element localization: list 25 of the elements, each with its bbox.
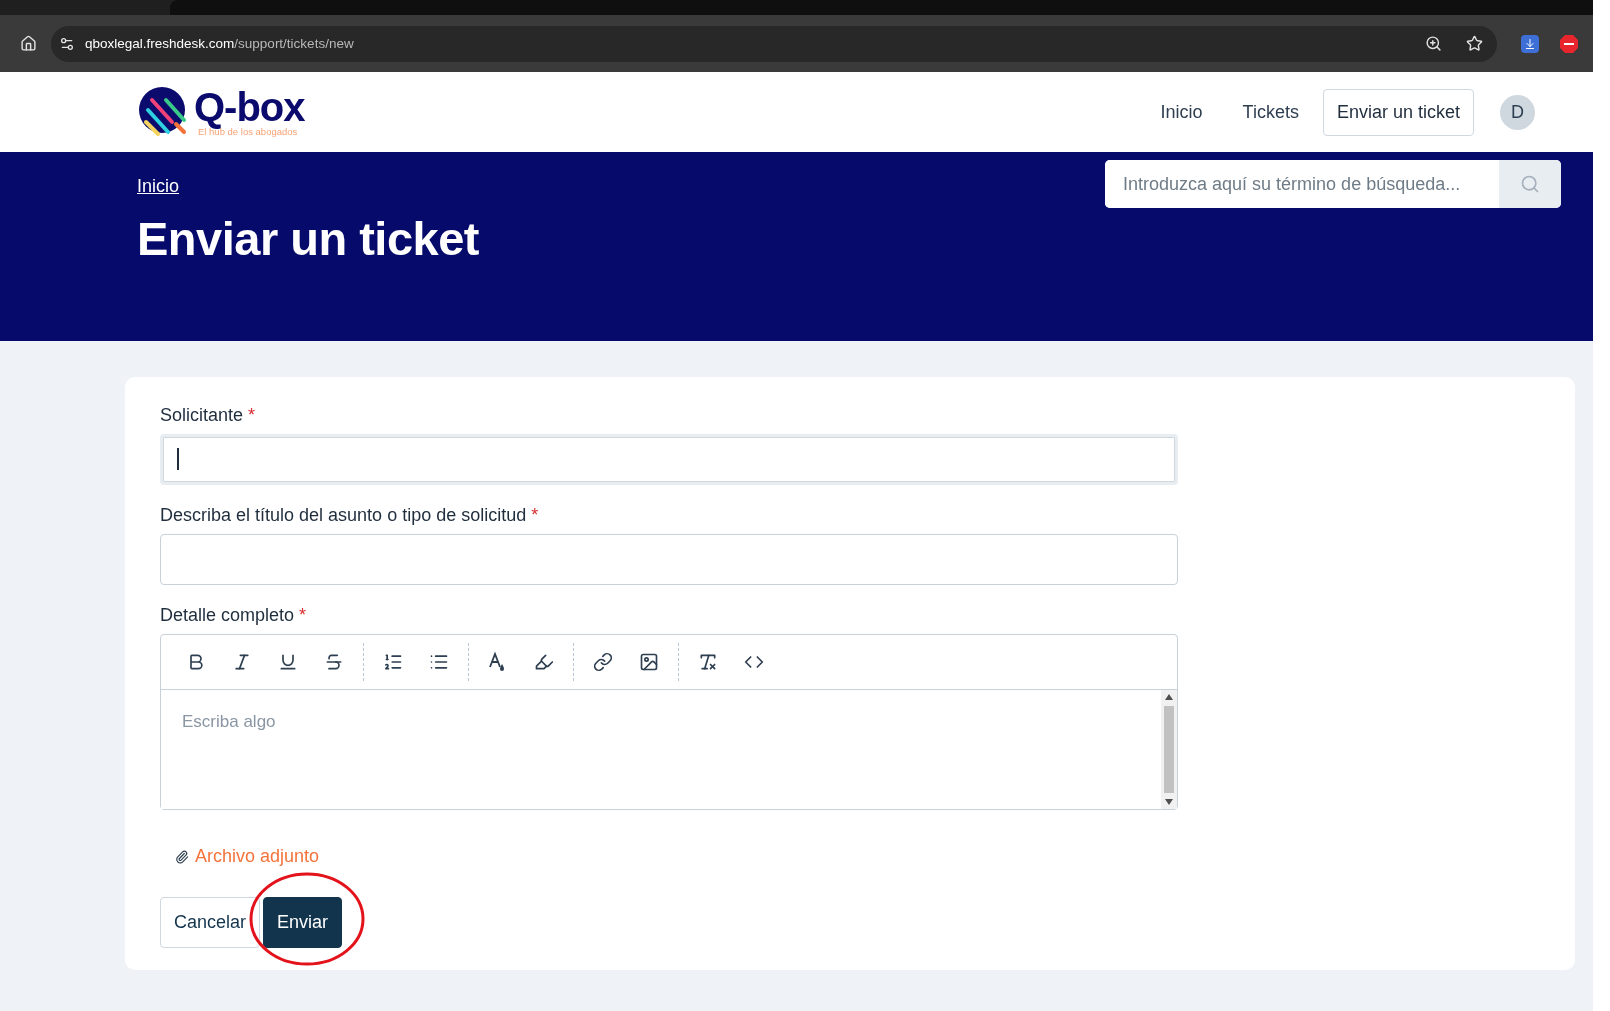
submit-button[interactable]: Enviar	[263, 897, 343, 948]
paperclip-icon	[175, 849, 189, 864]
input-field[interactable]	[160, 534, 1178, 585]
home-icon[interactable]	[20, 35, 37, 52]
bookmark-star-icon[interactable]	[1466, 35, 1483, 52]
scroll-up-icon[interactable]	[1165, 694, 1173, 700]
field-label: Solicitante *	[160, 405, 257, 426]
adblock-icon[interactable]	[1559, 33, 1579, 54]
scrollbar[interactable]	[1161, 690, 1177, 809]
scroll-down-icon[interactable]	[1165, 799, 1173, 805]
download-extension-icon[interactable]	[1521, 34, 1539, 53]
site-settings-icon[interactable]	[59, 35, 75, 52]
zoom-icon[interactable]	[1425, 35, 1442, 52]
text-cursor	[177, 448, 179, 470]
field-label: Detalle completo *	[160, 605, 308, 626]
field-label: Describa el título del asunto o tipo de solicitud *	[160, 505, 540, 526]
breadcrumb-link[interactable]: Inicio	[137, 176, 180, 197]
cancel-button[interactable]: Cancelar	[160, 897, 261, 948]
page-title: Enviar un ticket	[137, 211, 480, 266]
user-avatar[interactable]: D	[1500, 94, 1535, 130]
rich-text-editor[interactable]: Escriba algo	[160, 634, 1178, 810]
nav-link[interactable]: Inicio	[1160, 101, 1203, 123]
nav-link[interactable]: Tickets	[1242, 101, 1299, 123]
nav-button[interactable]: Enviar un ticket	[1322, 88, 1474, 136]
address-bar[interactable]: qboxlegal.freshdesk.com/support/tickets/new	[51, 25, 1497, 62]
